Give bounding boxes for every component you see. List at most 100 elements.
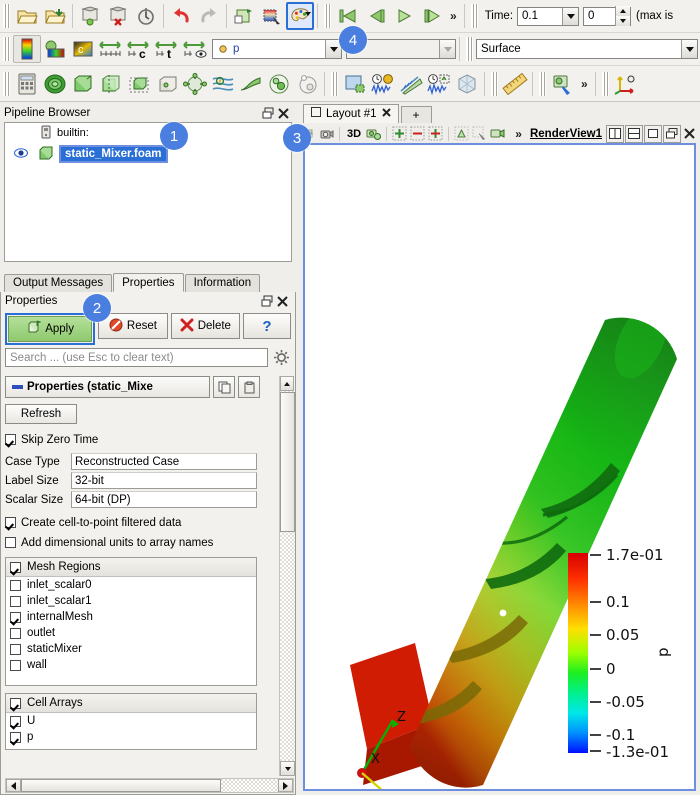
mesh-regions-listbox[interactable]: Mesh Regions inlet_scalar0 inlet_scalar1…: [5, 557, 257, 686]
properties-group-header[interactable]: Properties (static_Mixe: [5, 376, 210, 398]
plot-data-icon[interactable]: [397, 70, 425, 98]
pick-center-icon[interactable]: [453, 125, 470, 142]
list-item[interactable]: staticMixer: [6, 641, 256, 657]
time-frame-spinbox[interactable]: 0: [583, 6, 632, 26]
toolbar-grip[interactable]: [470, 4, 478, 28]
close-icon[interactable]: [682, 125, 696, 142]
case-type-value[interactable]: Reconstructed Case: [71, 453, 257, 470]
rescale-visible-icon[interactable]: [181, 35, 209, 63]
chevron-down-icon[interactable]: [681, 40, 697, 58]
toolbar-grip[interactable]: [3, 37, 10, 61]
reset-button[interactable]: Reset: [98, 313, 168, 339]
chevron-down-icon[interactable]: [305, 12, 311, 28]
cell-array-checkbox[interactable]: [10, 731, 21, 743]
scroll-left-arrow-icon[interactable]: [6, 779, 21, 792]
axes-widget-icon[interactable]: [612, 70, 640, 98]
mesh-regions-header-checkbox[interactable]: [10, 561, 21, 573]
toolbar-grip[interactable]: [324, 4, 331, 28]
rescale-time-icon[interactable]: t: [153, 35, 181, 63]
properties-horizontal-scrollbar[interactable]: [5, 778, 294, 793]
properties-vertical-scrollbar[interactable]: [279, 376, 295, 776]
plot-time-icon[interactable]: [425, 70, 453, 98]
add-dimensional-units-row[interactable]: Add dimensional units to array names: [5, 534, 277, 551]
render-view-name[interactable]: RenderView1: [527, 128, 605, 140]
extract-subset-icon[interactable]: [153, 70, 181, 98]
plot-selection-over-time-icon[interactable]: [369, 70, 397, 98]
scrollbar-thumb[interactable]: [21, 779, 221, 792]
rescale-custom-icon[interactable]: c: [69, 35, 97, 63]
toolbar-grip[interactable]: [3, 4, 10, 28]
glyph-icon[interactable]: [181, 70, 209, 98]
edit-color-map-icon[interactable]: [41, 35, 69, 63]
toolbar-overflow-chevron[interactable]: »: [446, 9, 461, 23]
play-button[interactable]: [390, 2, 418, 30]
close-icon[interactable]: [276, 295, 289, 308]
tab-information[interactable]: Information: [184, 274, 261, 292]
chevron-down-icon[interactable]: [439, 40, 455, 58]
scalar-size-value[interactable]: 64-bit (DP): [71, 491, 257, 508]
plot-over-line-icon[interactable]: [341, 70, 369, 98]
save-state-icon[interactable]: [76, 2, 104, 30]
python-shell-icon[interactable]: [549, 70, 577, 98]
scroll-down-arrow-icon[interactable]: [280, 761, 295, 776]
delete-button[interactable]: Delete: [170, 313, 241, 339]
layout-tab[interactable]: Layout #1: [303, 104, 399, 123]
scrollbar-thumb[interactable]: [280, 392, 295, 532]
list-item[interactable]: inlet_scalar0: [6, 577, 256, 593]
undock-icon[interactable]: [663, 124, 681, 143]
previous-frame-button[interactable]: [362, 2, 390, 30]
stream-tracer-icon[interactable]: [209, 70, 237, 98]
toolbar-grip[interactable]: [466, 37, 473, 61]
tab-properties[interactable]: Properties: [113, 273, 184, 292]
list-item[interactable]: wall: [6, 657, 256, 673]
mode-3d-label[interactable]: 3D: [344, 125, 364, 142]
array-selector-combo[interactable]: p: [212, 39, 342, 59]
toolbar-grip[interactable]: [601, 71, 609, 96]
gear-icon[interactable]: [271, 348, 291, 367]
cell-arrays-header-checkbox[interactable]: [10, 697, 21, 709]
rescale-data-range-icon[interactable]: [97, 35, 125, 63]
refresh-button[interactable]: Refresh: [5, 404, 77, 424]
toolbar-overflow-chevron[interactable]: »: [577, 77, 592, 91]
threshold-icon[interactable]: [125, 70, 153, 98]
list-item[interactable]: p: [6, 729, 256, 745]
group-datasets-icon[interactable]: [265, 70, 293, 98]
representation-combo[interactable]: Surface: [476, 39, 698, 59]
mesh-regions-header[interactable]: Mesh Regions: [6, 558, 256, 577]
help-button[interactable]: ?: [243, 313, 292, 339]
pipeline-item-builtin[interactable]: builtin:: [5, 123, 291, 143]
mesh-region-checkbox[interactable]: [10, 659, 21, 671]
show-center-icon[interactable]: [391, 125, 408, 142]
spinner-arrows[interactable]: [615, 6, 631, 26]
list-item[interactable]: internalMesh: [6, 609, 256, 625]
create-cell-to-point-row[interactable]: Create cell-to-point filtered data: [5, 514, 277, 531]
calculator-icon[interactable]: [13, 70, 41, 98]
color-palette-icon[interactable]: [286, 2, 314, 30]
close-icon[interactable]: [381, 105, 391, 123]
add-dimensional-units-checkbox[interactable]: [5, 537, 16, 548]
warp-icon[interactable]: [237, 70, 265, 98]
reset-session-icon[interactable]: [132, 2, 160, 30]
camera-reset-icon[interactable]: [365, 125, 382, 142]
create-cell-to-point-checkbox[interactable]: [5, 517, 16, 528]
redo-icon[interactable]: [195, 2, 223, 30]
undock-icon[interactable]: [261, 295, 274, 308]
clip-icon[interactable]: [69, 70, 97, 98]
contour-icon[interactable]: [41, 70, 69, 98]
scroll-up-arrow-icon[interactable]: [280, 376, 294, 391]
annotate-icon[interactable]: [453, 70, 481, 98]
panel-splitter[interactable]: [296, 104, 300, 795]
cell-arrays-listbox[interactable]: Cell Arrays U p: [5, 693, 257, 750]
mesh-region-checkbox[interactable]: [10, 595, 21, 607]
cell-arrays-header[interactable]: Cell Arrays: [6, 694, 256, 713]
pipeline-source-label[interactable]: static_Mixer.foam: [58, 144, 169, 164]
maximize-icon[interactable]: [644, 124, 662, 143]
reset-center-icon[interactable]: [427, 125, 444, 142]
toolbar-grip[interactable]: [539, 71, 546, 96]
copy-icon[interactable]: [213, 376, 235, 398]
paste-icon[interactable]: [238, 376, 260, 398]
mesh-region-checkbox[interactable]: [10, 643, 21, 655]
pipeline-tree[interactable]: builtin: static_Mixer.foam: [4, 122, 292, 262]
toolbar-grip[interactable]: [331, 71, 338, 96]
eye-icon[interactable]: [13, 147, 29, 162]
